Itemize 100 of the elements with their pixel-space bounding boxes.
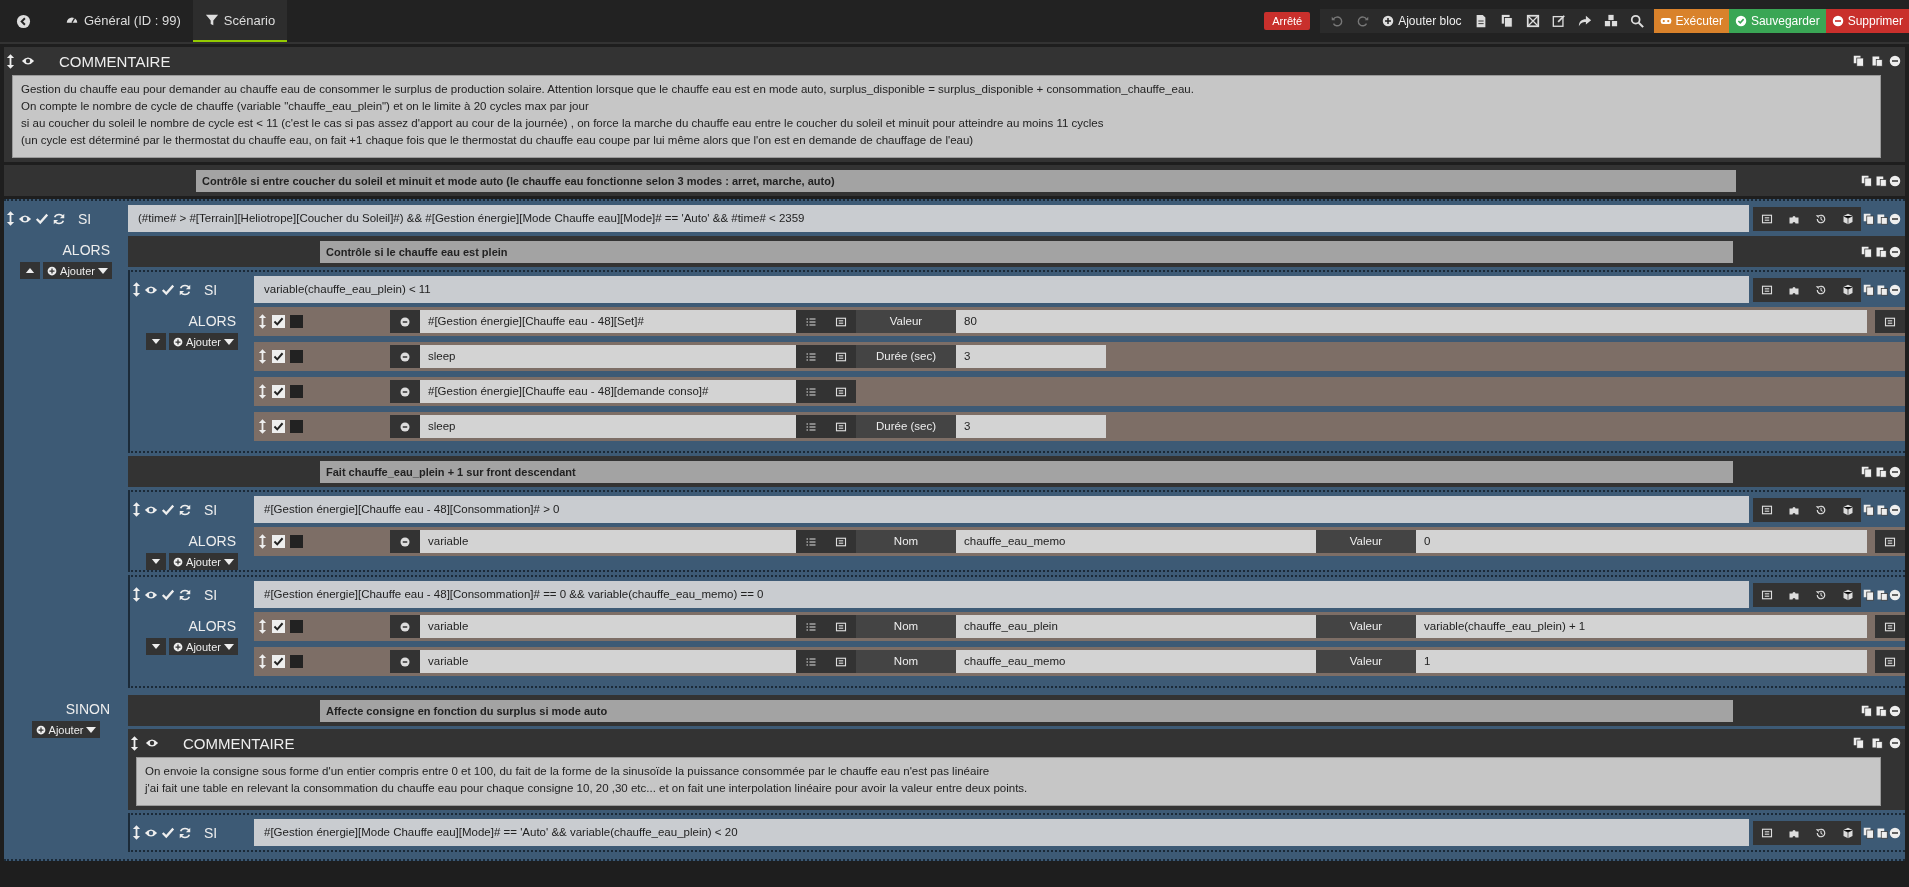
options-icon[interactable] [796, 530, 826, 553]
refresh-icon[interactable] [178, 587, 192, 602]
paste-icon[interactable] [1871, 55, 1883, 67]
copy-icon[interactable] [1861, 174, 1873, 187]
parallel-checkbox[interactable] [290, 385, 303, 398]
condition-field[interactable]: #[Gestion énergie][Chauffe eau - 48][Consommation]# == 0 && variable(chauffe_eau_memo) == 0 [254, 581, 1749, 608]
paste-icon[interactable] [1875, 174, 1887, 187]
move-icon[interactable] [132, 825, 141, 840]
value-field[interactable]: chauffe_eau_plein [956, 615, 1316, 638]
parallel-checkbox[interactable] [290, 620, 303, 633]
list-icon[interactable] [1875, 650, 1905, 673]
options-icon[interactable] [796, 380, 826, 403]
remove-icon[interactable] [1889, 465, 1901, 478]
remove-icon[interactable] [390, 380, 420, 403]
paste-icon[interactable] [1871, 737, 1883, 749]
enable-checkbox[interactable] [272, 535, 285, 548]
value-field[interactable]: chauffe_eau_memo [956, 650, 1316, 673]
check-icon[interactable] [161, 282, 175, 297]
section-label[interactable]: Contrôle si entre coucher du soleil et minuit et mode auto (le chauffe eau fonctionne selon 3 modes : arret, marche, auto) [196, 169, 1736, 192]
refresh-icon[interactable] [178, 282, 192, 297]
command-field[interactable]: sleep [420, 415, 796, 438]
remove-icon[interactable] [1889, 283, 1901, 296]
share-icon[interactable] [1577, 14, 1592, 28]
copy-icon[interactable] [1853, 737, 1865, 749]
enable-checkbox[interactable] [272, 655, 285, 668]
copy-icon[interactable] [1853, 55, 1865, 67]
value-field[interactable]: 3 [956, 415, 1106, 438]
section-label[interactable]: Contrôle si le chauffe eau est plein [320, 240, 1733, 263]
move-icon[interactable] [132, 502, 141, 517]
remove-icon[interactable] [1889, 174, 1901, 187]
add-dropdown-button[interactable]: Ajouter [43, 262, 112, 279]
command-field[interactable]: variable [420, 650, 796, 673]
check-icon[interactable] [35, 211, 49, 226]
edit-icon[interactable] [1551, 14, 1566, 28]
parallel-checkbox[interactable] [290, 655, 303, 668]
paste-icon[interactable] [1876, 588, 1888, 601]
condition-field[interactable]: #[Gestion énergie][Mode Chauffe eau][Mode]# == 'Auto' && variable(chauffe_eau_plein) < 20 [254, 819, 1749, 846]
refresh-icon[interactable] [52, 211, 66, 226]
add-block-button[interactable]: Ajouter bloc [1382, 14, 1462, 28]
command-field[interactable]: variable [420, 530, 796, 553]
remove-icon[interactable] [390, 310, 420, 333]
paste-icon[interactable] [1876, 212, 1888, 225]
remove-icon[interactable] [390, 615, 420, 638]
parallel-checkbox[interactable] [290, 420, 303, 433]
list-icon[interactable] [1875, 530, 1905, 553]
tab[interactable]: Général (ID : 99) [53, 0, 193, 42]
remove-icon[interactable] [1889, 737, 1901, 749]
options-icon[interactable] [796, 415, 826, 438]
redo-icon[interactable] [1356, 14, 1371, 28]
condition-field[interactable]: (#time# > #[Terrain][Heliotrope][Coucher du Soleil]#) && #[Gestion énergie][Mode Chauffe eau][Mode]# == 'Auto' && #time# < 2359 [128, 205, 1749, 232]
caret-down-icon[interactable] [146, 333, 167, 350]
copy-icon[interactable] [1861, 704, 1873, 717]
list-icon[interactable] [826, 530, 856, 553]
list-icon[interactable] [826, 650, 856, 673]
command-field[interactable]: sleep [420, 345, 796, 368]
cubes-icon[interactable] [1603, 14, 1618, 28]
remove-icon[interactable] [1889, 212, 1901, 225]
parallel-checkbox[interactable] [290, 535, 303, 548]
frame-icon[interactable] [1525, 14, 1540, 28]
list-icon[interactable] [826, 615, 856, 638]
move-icon[interactable] [132, 587, 141, 602]
tab[interactable]: Scénario [192, 0, 288, 42]
list-icon[interactable] [826, 310, 856, 333]
command-field[interactable]: #[Gestion énergie][Chauffe eau - 48][Set]# [420, 310, 796, 333]
refresh-icon[interactable] [178, 825, 192, 840]
copy-icon[interactable] [1863, 283, 1875, 296]
options-icon[interactable] [796, 615, 826, 638]
paste-icon[interactable] [1876, 503, 1888, 516]
list-icon[interactable] [826, 345, 856, 368]
remove-icon[interactable] [1889, 704, 1901, 717]
remove-icon[interactable] [1889, 503, 1901, 516]
paste-icon[interactable] [1875, 465, 1887, 478]
caret-down-icon[interactable] [146, 553, 167, 570]
move-icon[interactable] [130, 735, 139, 751]
command-field[interactable]: #[Gestion énergie][Chauffe eau - 48][demande conso]# [420, 380, 796, 403]
check-icon[interactable] [161, 587, 175, 602]
refresh-icon[interactable] [178, 502, 192, 517]
remove-icon[interactable] [1889, 55, 1901, 67]
copy-icon[interactable] [1863, 826, 1875, 839]
command-field[interactable]: variable [420, 615, 796, 638]
enable-checkbox[interactable] [272, 620, 285, 633]
caret-down-icon[interactable] [146, 638, 167, 655]
copy-icon[interactable] [1861, 465, 1873, 478]
undo-icon[interactable] [1330, 14, 1345, 28]
delete-button[interactable]: Supprimer [1825, 9, 1909, 33]
list-icon[interactable] [826, 415, 856, 438]
list-icon[interactable] [1875, 615, 1905, 638]
search-icon[interactable] [1629, 14, 1644, 28]
comment-text-area[interactable]: On envoie la consigne sous forme d'un entier compris entre 0 et 100, du fait de la forme de la sinusoïde la puissance consommée par le chauffe eau n'est pas linéaire j'ai fait une table en relevant la consommation du chauffe eau pour chaque consigne 10, 20 ,30 etc... et on fait une interpolation linéaire pour avoir la valeur entre deux points. [136, 757, 1881, 806]
remove-icon[interactable] [390, 345, 420, 368]
move-icon[interactable] [6, 53, 15, 69]
copy-icon[interactable] [1863, 588, 1875, 601]
move-icon[interactable] [6, 211, 15, 226]
remove-icon[interactable] [390, 530, 420, 553]
condition-field[interactable]: #[Gestion énergie][Chauffe eau - 48][Consommation]# > 0 [254, 496, 1749, 523]
section-label[interactable]: Affecte consigne en fonction du surplus si mode auto [320, 699, 1733, 722]
add-dropdown-button[interactable]: Ajouter [169, 638, 238, 655]
check-icon[interactable] [161, 502, 175, 517]
copy-icon[interactable] [1863, 503, 1875, 516]
options-icon[interactable] [796, 345, 826, 368]
